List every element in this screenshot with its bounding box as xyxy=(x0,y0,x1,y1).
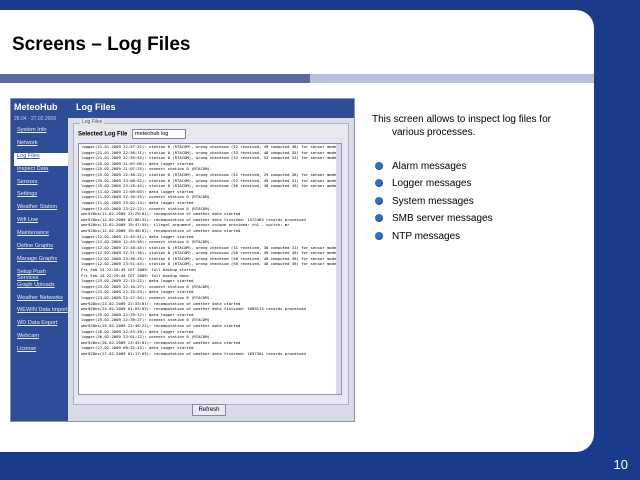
description-line-2: various processes. xyxy=(392,127,476,138)
slide-title: Screens – Log Files xyxy=(12,34,191,55)
log-scrollbar[interactable] xyxy=(336,144,341,394)
nav-network[interactable]: Network xyxy=(14,140,68,153)
nav-log-files[interactable]: Log Files xyxy=(14,152,68,166)
bullet-label: System messages xyxy=(392,195,474,207)
log-file-select[interactable]: meteohub log xyxy=(132,129,187,139)
slide: Screens – Log Files MeteoHub 28.04 · 27.… xyxy=(0,10,594,452)
slide-description: This screen allows to inspect log files … xyxy=(372,113,587,139)
bullet-label: Logger messages xyxy=(392,178,472,190)
nav-weather-networks[interactable]: Weather Networks xyxy=(14,295,68,308)
nav-graph-uploads[interactable]: Graph Uploads xyxy=(14,282,68,295)
selector-label: Selected Log File xyxy=(78,131,128,138)
nav-weather-station[interactable]: Weather Station xyxy=(14,204,68,217)
bullet-dot-icon xyxy=(375,231,383,240)
bullet-item: NTP messages xyxy=(375,230,493,247)
bullet-item: System messages xyxy=(375,195,493,212)
title-underline-dark xyxy=(0,74,310,83)
nav-license[interactable]: License xyxy=(14,346,68,359)
refresh-button[interactable]: Refresh xyxy=(192,404,226,416)
app-date: 28.04 · 27.02.2009 xyxy=(14,116,56,122)
log-line: logger(25.02.2009 22:38:22): station 0 (… xyxy=(81,171,342,177)
app-nav: System Info Network Log Files Inspect Data S… xyxy=(14,127,68,359)
nav-wd-data-export[interactable]: WD Data Export xyxy=(14,320,68,333)
log-line: wmr928nx(27.02.2009 01:17:03): recomputa… xyxy=(81,350,306,356)
bullet-label: NTP messages xyxy=(392,230,461,242)
nav-system-info[interactable]: System Info xyxy=(14,127,68,140)
nav-wewin-data-import[interactable]: WEWIN Data Import xyxy=(14,307,68,320)
bullet-list: Alarm messages Logger messages System mess… xyxy=(375,160,493,247)
nav-setup-push-services[interactable]: Setup Push Services xyxy=(14,269,68,282)
nav-wifi-live[interactable]: Wifi Live xyxy=(14,217,68,230)
log-line: logger(21.01.2009 22:59:45): station 0 (… xyxy=(81,155,342,161)
bullet-dot-icon xyxy=(375,179,383,188)
log-panel: Log Files Selected Log File meteohub log… xyxy=(73,119,349,405)
nav-maintenance[interactable]: Maintenance xyxy=(14,230,68,243)
panel-legend: Log Files xyxy=(80,119,105,125)
description-line-1: This screen allows to inspect log files … xyxy=(372,114,551,125)
title-underline-light xyxy=(310,74,594,83)
bullet-dot-icon xyxy=(375,162,383,170)
nav-manage-graphs[interactable]: Manage Graphs xyxy=(14,256,68,269)
bullet-label: SMB server messages xyxy=(392,213,493,225)
app-logo: MeteoHub xyxy=(14,102,58,112)
bullet-dot-icon xyxy=(375,214,383,223)
nav-webcam[interactable]: Webcam xyxy=(14,333,68,346)
app-sidebar: MeteoHub 28.04 · 27.02.2009 System Info N… xyxy=(11,99,68,421)
nav-sensors[interactable]: Sensors xyxy=(14,179,68,192)
log-line: logger(21.01.2009 22:57:22): station 0 (… xyxy=(81,144,342,149)
app-header: Log Files xyxy=(68,99,354,118)
nav-settings[interactable]: Settings xyxy=(14,191,68,204)
bullet-item: Logger messages xyxy=(375,177,493,194)
log-line: wmr928nx(24.02.2009 01:03:03): recomputa… xyxy=(81,306,306,312)
log-text-area[interactable]: logger(21.01.2009 22:57:22): station 0 (… xyxy=(78,143,342,395)
log-line: logger(25.02.2009 23:28:44): station 0 (… xyxy=(81,183,342,189)
page-number: 10 xyxy=(613,457,628,472)
bullet-item: Alarm messages xyxy=(375,160,493,177)
bullet-item: SMB server messages xyxy=(375,212,493,229)
nav-inspect-data[interactable]: Inspect Data xyxy=(14,166,68,179)
log-selector-row: Selected Log File meteohub log xyxy=(78,129,187,139)
app-page-title: Log Files xyxy=(76,102,116,112)
bullet-dot-icon xyxy=(375,196,383,205)
meteohub-screenshot: MeteoHub 28.04 · 27.02.2009 System Info N… xyxy=(10,98,355,422)
nav-define-graphs[interactable]: Define Graphs xyxy=(14,243,68,256)
bullet-label: Alarm messages xyxy=(392,161,467,172)
